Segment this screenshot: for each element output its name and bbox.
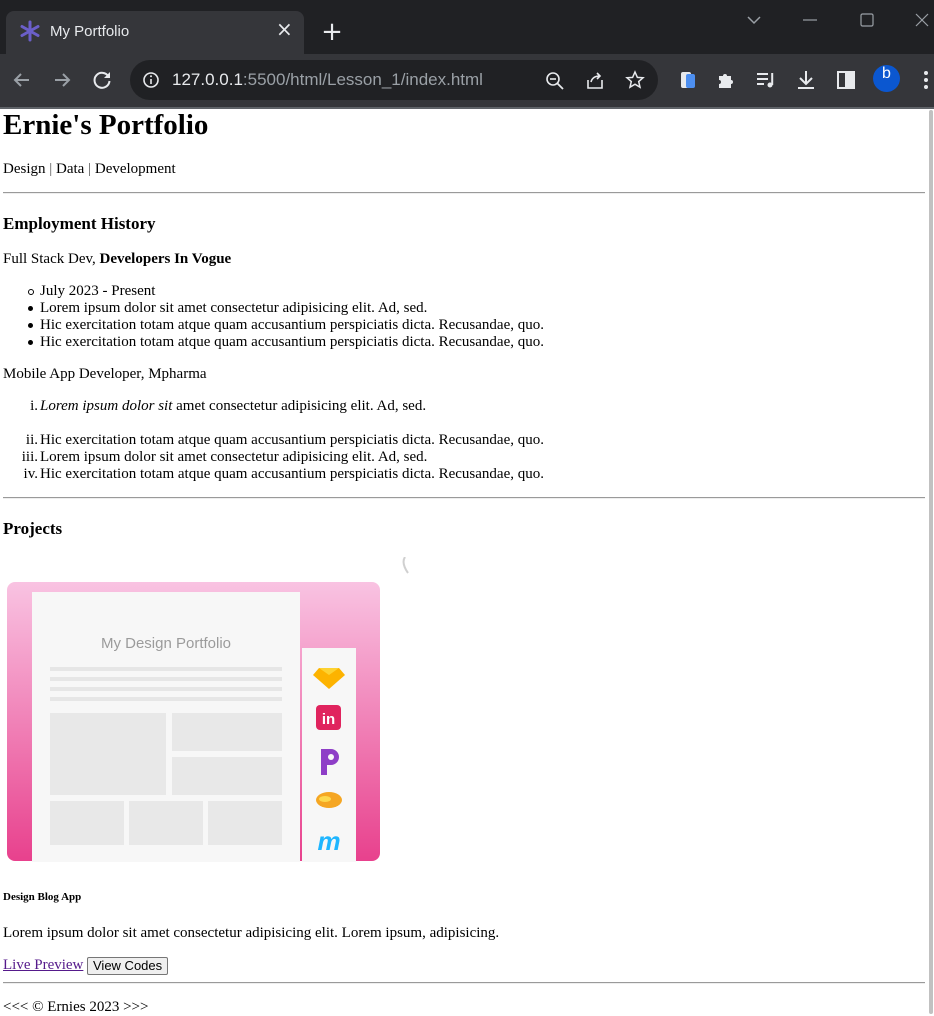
job1-list: July 2023 - Present Lorem ipsum dolor si… [3, 283, 544, 351]
tab-strip: My Portfolio × + [0, 0, 934, 54]
job1-company: Developers In Vogue [99, 251, 232, 267]
job2-list: i. Lorem ipsum dolor sit amet consectetur… [3, 398, 544, 483]
list-item: ii. Hic exercitation totam atque quam acc… [25, 432, 544, 448]
project-description: Lorem ipsum dolor sit amet consectetur a… [3, 925, 500, 941]
address-bar[interactable]: 127.0.0.1:5500/html/Lesson_1/index.html [130, 60, 658, 100]
tagline-development: Development [94, 161, 176, 177]
tagline-separator: | [45, 161, 57, 177]
browser-toolbar: 127.0.0.1:5500/html/Lesson_1/index.html [0, 54, 934, 107]
maximize-icon[interactable] [855, 8, 879, 32]
live-preview-link[interactable]: Live Preview [3, 957, 83, 973]
tagline-separator: | [84, 161, 95, 177]
divider [3, 497, 925, 499]
svg-text:in: in [322, 711, 335, 728]
project-actions: Live Preview [3, 957, 83, 974]
view-codes-button[interactable]: View Codes [87, 957, 169, 975]
close-window-icon[interactable] [910, 8, 934, 32]
footer-text: <<< © Ernies 2023 >>> [3, 999, 149, 1015]
project-thumbnail-image: My Design Portfolio in m [7, 557, 409, 862]
list-item: Lorem ipsum dolor sit amet consectetur a… [3, 300, 544, 317]
project-title: Design Blog App [3, 891, 82, 903]
image-caption: My Design Portfolio [101, 635, 231, 652]
browser-tab[interactable]: My Portfolio × [6, 11, 304, 54]
list-item: i. Lorem ipsum dolor sit amet consectetur… [30, 398, 427, 414]
employment-heading: Employment History [3, 214, 156, 233]
info-icon[interactable] [142, 71, 160, 89]
back-icon[interactable] [10, 68, 34, 92]
tagline-design: Design [3, 161, 46, 177]
reload-icon[interactable] [90, 68, 114, 92]
list-item: Hic exercitation totam atque quam accusa… [3, 334, 544, 351]
page-scrollbar-thumb[interactable] [929, 110, 933, 1014]
job2-title: Mobile App Developer, Mpharma [3, 366, 207, 382]
list-item: iv. Hic exercitation totam atque quam acc… [23, 466, 544, 482]
tab-title: My Portfolio [50, 23, 130, 40]
tab-search-icon[interactable] [742, 8, 766, 32]
new-tab-icon[interactable]: + [320, 19, 344, 45]
job1-date: July 2023 - Present [3, 283, 544, 300]
list-item: Hic exercitation totam atque quam accusa… [3, 317, 544, 334]
tagline-data: Data [56, 161, 85, 177]
close-tab-icon[interactable]: × [276, 19, 293, 39]
side-panel-icon[interactable] [834, 68, 858, 92]
divider [3, 192, 925, 194]
puzzle-extensions-icon[interactable] [715, 68, 739, 92]
forward-icon[interactable] [50, 68, 74, 92]
menu-kebab-icon[interactable] [914, 68, 934, 92]
zoom-out-icon[interactable] [545, 71, 565, 91]
minimize-icon[interactable] [798, 8, 822, 32]
wallet-extension-icon[interactable] [676, 68, 700, 92]
page-title: Ernie's Portfolio [3, 109, 209, 141]
projects-heading: Projects [3, 519, 63, 538]
favicon-asterisk-icon [20, 20, 40, 42]
profile-avatar[interactable]: b [873, 65, 900, 92]
share-icon[interactable] [585, 71, 605, 91]
media-playlist-icon[interactable] [754, 68, 778, 92]
job1-title: Full Stack Dev, Developers In Vogue [3, 251, 232, 267]
marvel-logo-icon: m [317, 826, 340, 856]
divider [3, 982, 925, 984]
download-icon[interactable] [794, 68, 818, 92]
star-icon[interactable] [625, 70, 645, 90]
tagline: Design | Data | Development [3, 161, 176, 178]
url-text[interactable]: 127.0.0.1:5500/html/Lesson_1/index.html [172, 70, 483, 90]
list-item: iii. Lorem ipsum dolor sit amet consectet… [21, 449, 428, 465]
